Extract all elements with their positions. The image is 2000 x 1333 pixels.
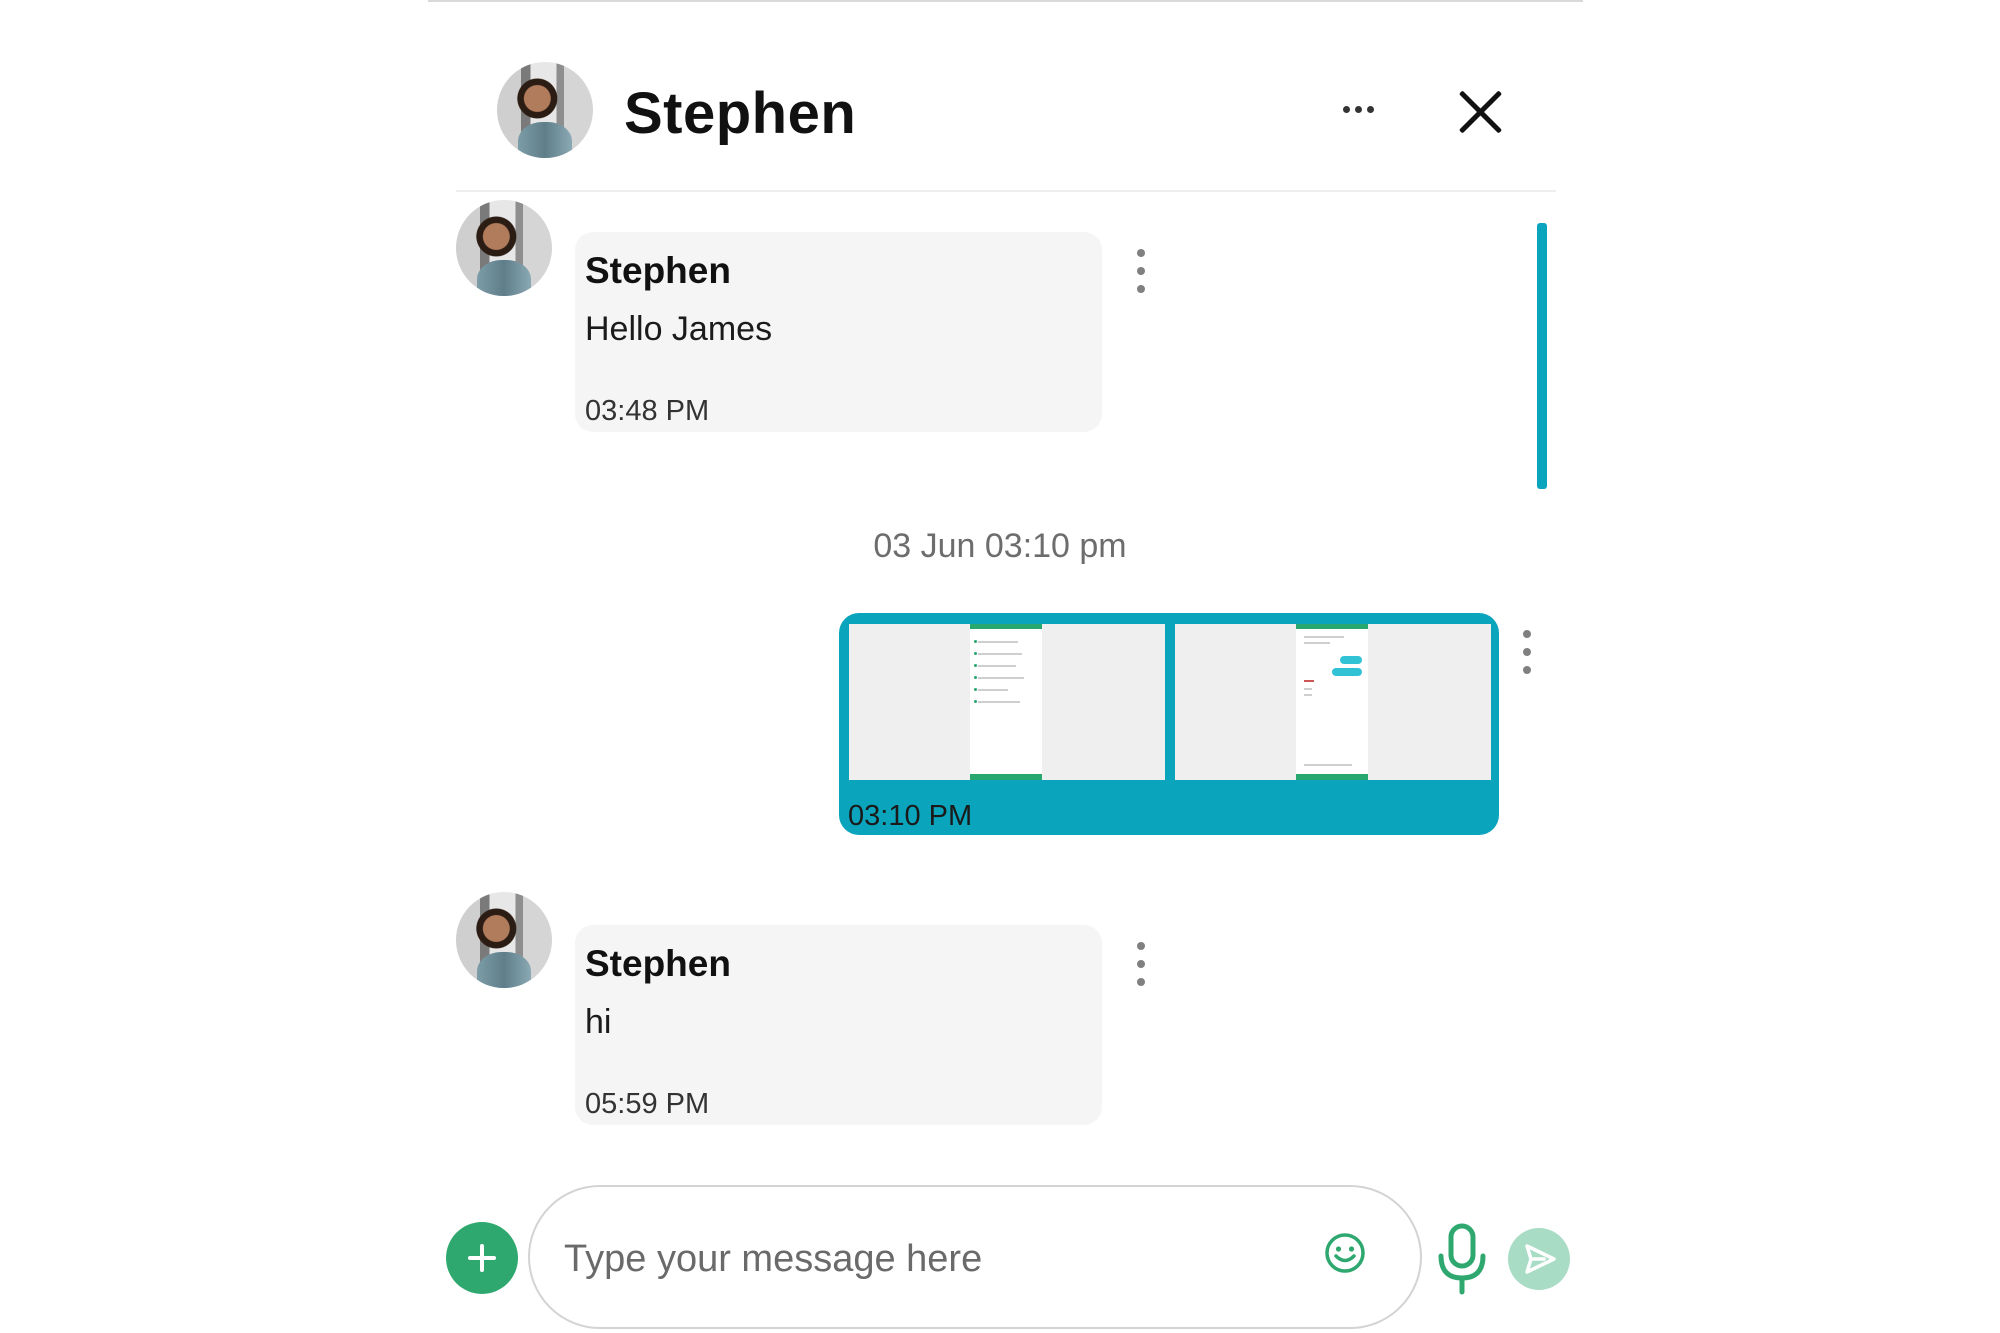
kebab-dot <box>1523 648 1531 656</box>
chat-title: Stephen <box>624 81 857 146</box>
kebab-dot <box>1137 249 1145 257</box>
kebab-dot <box>1137 285 1145 293</box>
smiley-icon[interactable] <box>1323 1231 1367 1275</box>
date-separator: 03 Jun 03:10 pm <box>873 527 1127 565</box>
message-options-icon[interactable] <box>1131 249 1151 293</box>
kebab-dot <box>1523 666 1531 674</box>
message-time: 03:48 PM <box>585 395 710 427</box>
more-options-icon[interactable] <box>1336 96 1380 122</box>
message-sender: Stephen <box>585 250 731 291</box>
screenshot-preview <box>1296 624 1368 780</box>
contact-avatar[interactable] <box>497 62 593 158</box>
add-attachment-button[interactable] <box>446 1222 518 1294</box>
sender-avatar <box>456 892 552 988</box>
message-options-icon[interactable] <box>1517 630 1537 674</box>
image-attachment-thumbnail[interactable] <box>1175 624 1491 780</box>
kebab-dot <box>1523 630 1531 638</box>
message-sender: Stephen <box>585 943 731 984</box>
message-text: Hello James <box>585 310 773 348</box>
kebab-dot <box>1137 978 1145 986</box>
scrollbar-thumb[interactable] <box>1537 223 1547 489</box>
message-time: 03:10 PM <box>848 800 973 832</box>
message-bubble: Stephen Hello James 03:48 PM <box>575 232 1102 432</box>
close-icon[interactable] <box>1456 88 1504 136</box>
kebab-dot <box>1137 942 1145 950</box>
message-input-container <box>528 1185 1422 1329</box>
message-input[interactable] <box>562 1223 1286 1295</box>
message-options-icon[interactable] <box>1131 942 1151 986</box>
message-text: hi <box>585 1003 612 1041</box>
outgoing-image-message: 03:10 PM <box>839 613 1499 835</box>
kebab-dot <box>1137 267 1145 275</box>
send-button[interactable] <box>1508 1228 1570 1290</box>
image-attachment-thumbnail[interactable] <box>849 624 1165 780</box>
send-icon <box>1525 1244 1556 1274</box>
sender-avatar <box>456 200 552 296</box>
header-divider <box>456 190 1556 192</box>
microphone-icon[interactable] <box>1434 1222 1490 1298</box>
kebab-dot <box>1137 960 1145 968</box>
top-divider <box>428 0 1583 2</box>
screenshot-preview <box>970 624 1042 780</box>
message-bubble: Stephen hi 05:59 PM <box>575 925 1102 1125</box>
more-dot <box>1342 105 1350 113</box>
more-dot <box>1354 105 1362 113</box>
message-time: 05:59 PM <box>585 1088 710 1120</box>
more-dot <box>1366 105 1374 113</box>
